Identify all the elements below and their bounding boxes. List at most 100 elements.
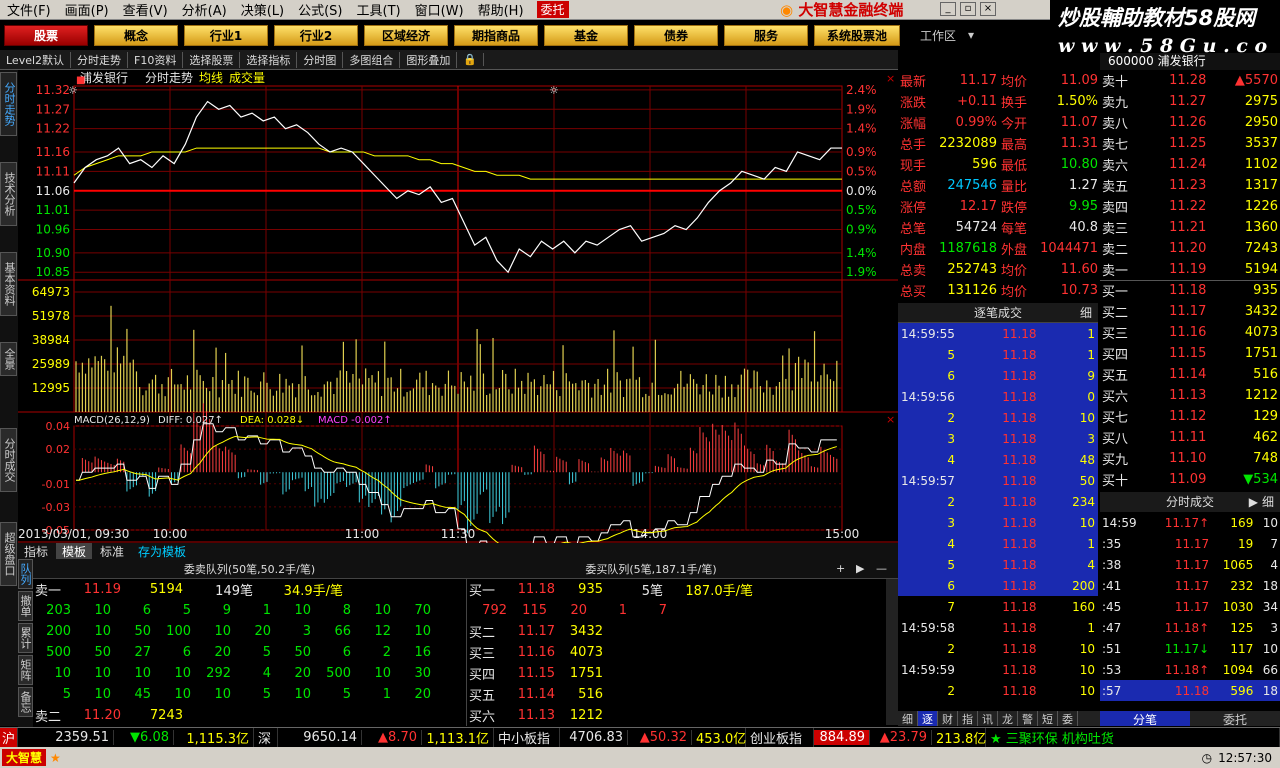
fenbi-row[interactable]: :38 11.17 1065 4 bbox=[1100, 554, 1280, 575]
tick-row[interactable]: 14:59:57 11.18 50 bbox=[898, 470, 1098, 491]
fenbi-row[interactable]: :53 11.18↑ 1094 66 bbox=[1100, 659, 1280, 680]
tick-detail-button[interactable]: 细 bbox=[1080, 303, 1092, 323]
fenbi-row[interactable]: 14:59 11.17↑ 169 10 bbox=[1100, 512, 1280, 533]
close-chart-icon[interactable]: × bbox=[886, 72, 895, 85]
cat-industry1[interactable]: 行业1 bbox=[184, 24, 268, 46]
cat-service[interactable]: 服务 bbox=[724, 24, 808, 46]
cat-futures[interactable]: 期指商品 bbox=[454, 24, 538, 46]
menu-analysis[interactable]: 分析(A) bbox=[175, 0, 234, 19]
menu-decision[interactable]: 决策(L) bbox=[234, 0, 291, 19]
right-tab[interactable]: 龙 bbox=[998, 711, 1018, 726]
dropdown-icon[interactable]: ▾ bbox=[968, 28, 974, 42]
side-tab-panorama[interactable]: 全景 bbox=[0, 342, 17, 376]
right-tab[interactable]: 逐 bbox=[918, 711, 938, 726]
buy-level-row[interactable]: 买八 11.11 462 bbox=[1100, 427, 1280, 448]
tick-row[interactable]: 2 11.18 10 bbox=[898, 407, 1098, 428]
fenbi-detail-button[interactable]: 细 bbox=[1262, 492, 1274, 512]
fenbi-row[interactable]: :41 11.17 232 18 bbox=[1100, 575, 1280, 596]
sell-level-row[interactable]: 卖八 11.26 2950 bbox=[1100, 112, 1280, 133]
buy-level-row[interactable]: 买三 11.16 4073 bbox=[1100, 322, 1280, 343]
sell-level-row[interactable]: 卖六 11.24 1102 bbox=[1100, 154, 1280, 175]
fenbi-row[interactable]: :47 11.18↑ 125 3 bbox=[1100, 617, 1280, 638]
toolbar-overlay[interactable]: 图形叠加 bbox=[400, 51, 458, 68]
fenbi-row[interactable]: :35 11.17 19 7 bbox=[1100, 533, 1280, 554]
menu-window[interactable]: 窗口(W) bbox=[408, 0, 471, 19]
fenbi-list[interactable]: 14:59 11.17↑ 169 10:35 11.17 19 7:38 11.… bbox=[1100, 512, 1280, 710]
tick-row[interactable]: 6 11.18 200 bbox=[898, 575, 1098, 596]
zx-label[interactable]: 中小板指 bbox=[494, 728, 560, 747]
lock-icon[interactable]: 🔒 bbox=[457, 53, 485, 66]
right-tab[interactable]: 短 bbox=[1038, 711, 1058, 726]
toolbar-level2[interactable]: Level2默认 bbox=[0, 51, 72, 68]
toolbar-select-indicator[interactable]: 选择指标 bbox=[240, 51, 298, 68]
queue-tab-cumulative[interactable]: 累计 bbox=[18, 623, 33, 653]
toolbar-intraday[interactable]: 分时走势 bbox=[71, 51, 129, 68]
sell-level-row[interactable]: 卖二 11.20 7243 bbox=[1100, 238, 1280, 259]
tick-row[interactable]: 3 11.18 3 bbox=[898, 428, 1098, 449]
cat-bond[interactable]: 债券 bbox=[634, 24, 718, 46]
buy-level-row[interactable]: 买七 11.12 129 bbox=[1100, 406, 1280, 427]
menu-tools[interactable]: 工具(T) bbox=[350, 0, 408, 19]
tick-row[interactable]: 6 11.18 9 bbox=[898, 365, 1098, 386]
side-tab-fundamentals[interactable]: 基本资料 bbox=[0, 252, 17, 316]
buy-level-row[interactable]: 买六 11.13 1212 bbox=[1100, 385, 1280, 406]
tab-standard[interactable]: 标准 bbox=[94, 543, 130, 560]
menu-file[interactable]: 文件(F) bbox=[0, 0, 58, 19]
cat-stockpool[interactable]: 系统股票池 bbox=[814, 24, 900, 46]
menu-formula[interactable]: 公式(S) bbox=[291, 0, 349, 19]
buy-level-row[interactable]: 买五 11.14 516 bbox=[1100, 364, 1280, 385]
cat-industry2[interactable]: 行业2 bbox=[274, 24, 358, 46]
play-icon-queue[interactable]: ▶ bbox=[856, 562, 876, 575]
side-tab-technical[interactable]: 技术分析 bbox=[0, 162, 17, 226]
toolbar-select-stock[interactable]: 选择股票 bbox=[183, 51, 241, 68]
tick-row[interactable]: 2 11.18 10 bbox=[898, 638, 1098, 659]
sell-level-row[interactable]: 卖九 11.27 2975 bbox=[1100, 91, 1280, 112]
minimize-panel-icon[interactable]: — bbox=[876, 562, 896, 575]
minimize-icon[interactable]: _ bbox=[940, 2, 956, 16]
tick-row[interactable]: 4 11.18 1 bbox=[898, 533, 1098, 554]
add-icon[interactable]: + bbox=[836, 562, 856, 575]
queue-tab-cancel[interactable]: 撤单 bbox=[18, 591, 33, 621]
buy-level-row[interactable]: 买九 11.10 748 bbox=[1100, 448, 1280, 469]
buy-level-row[interactable]: 买四 11.15 1751 bbox=[1100, 343, 1280, 364]
fenbi-row[interactable]: :57 11.18 596 18 bbox=[1100, 680, 1280, 701]
cat-region[interactable]: 区域经济 bbox=[364, 24, 448, 46]
sell-level-row[interactable]: 卖五 11.23 1317 bbox=[1100, 175, 1280, 196]
news-ticker[interactable]: ★ 三聚环保 机构吐货 bbox=[986, 728, 1280, 747]
cat-fund[interactable]: 基金 bbox=[544, 24, 628, 46]
play-icon[interactable]: ▶ bbox=[1249, 492, 1258, 512]
cy-label[interactable]: 创业板指 bbox=[746, 728, 814, 747]
app-logo[interactable]: 大智慧 bbox=[2, 749, 47, 766]
fenbi-tab-orders[interactable]: 委托 bbox=[1190, 711, 1280, 727]
star-icon[interactable]: ★ bbox=[50, 751, 61, 765]
side-tab-intraday[interactable]: 分时走势 bbox=[0, 72, 17, 136]
fenbi-row[interactable]: :45 11.17 1030 34 bbox=[1100, 596, 1280, 617]
tick-row[interactable]: 2 11.18 234 bbox=[898, 491, 1098, 512]
tab-indicator[interactable]: 指标 bbox=[18, 543, 54, 560]
queue-tab-matrix[interactable]: 矩阵 bbox=[18, 655, 33, 685]
sell-level-row[interactable]: 卖四 11.22 1226 bbox=[1100, 196, 1280, 217]
intraday-chart[interactable]: 浦发银行 分时走势 均线 成交量 ■ ☼ ☼ 11.3211.2711.2211… bbox=[18, 70, 898, 543]
toolbar-f10[interactable]: F10资料 bbox=[128, 51, 184, 68]
queue-scrollbar[interactable] bbox=[886, 579, 898, 725]
sell-level-row[interactable]: 卖三 11.21 1360 bbox=[1100, 217, 1280, 238]
side-tab-superboard[interactable]: 超级盘口 bbox=[0, 522, 17, 586]
tick-row[interactable]: 2 11.18 10 bbox=[898, 680, 1098, 701]
right-tab[interactable]: 讯 bbox=[978, 711, 998, 726]
buy-level-row[interactable]: 买十 11.09 ▼534 bbox=[1100, 469, 1280, 490]
toolbar-intraday-chart[interactable]: 分时图 bbox=[297, 51, 344, 68]
sell-level-row[interactable]: 卖十 11.28 ▲5570 bbox=[1100, 70, 1280, 91]
buy-level-row[interactable]: 买一 11.18 935 bbox=[1100, 280, 1280, 301]
cat-concept[interactable]: 概念 bbox=[94, 24, 178, 46]
tick-row[interactable]: 14:59:59 11.18 10 bbox=[898, 659, 1098, 680]
sh-label[interactable]: 沪 bbox=[0, 728, 18, 747]
fenbi-tab-trades[interactable]: 分笔 bbox=[1100, 711, 1190, 727]
tick-row[interactable]: 7 11.18 160 bbox=[898, 596, 1098, 617]
right-tab[interactable]: 细 bbox=[898, 711, 918, 726]
entrust-button[interactable]: 委托 bbox=[536, 1, 569, 18]
gear-icon-2[interactable]: ☼ bbox=[549, 84, 559, 97]
menu-view-screen[interactable]: 画面(P) bbox=[58, 0, 116, 19]
close-icon[interactable]: × bbox=[980, 2, 996, 16]
tick-row[interactable]: 14:59:58 11.18 1 bbox=[898, 617, 1098, 638]
tick-row[interactable]: 5 11.18 4 bbox=[898, 554, 1098, 575]
